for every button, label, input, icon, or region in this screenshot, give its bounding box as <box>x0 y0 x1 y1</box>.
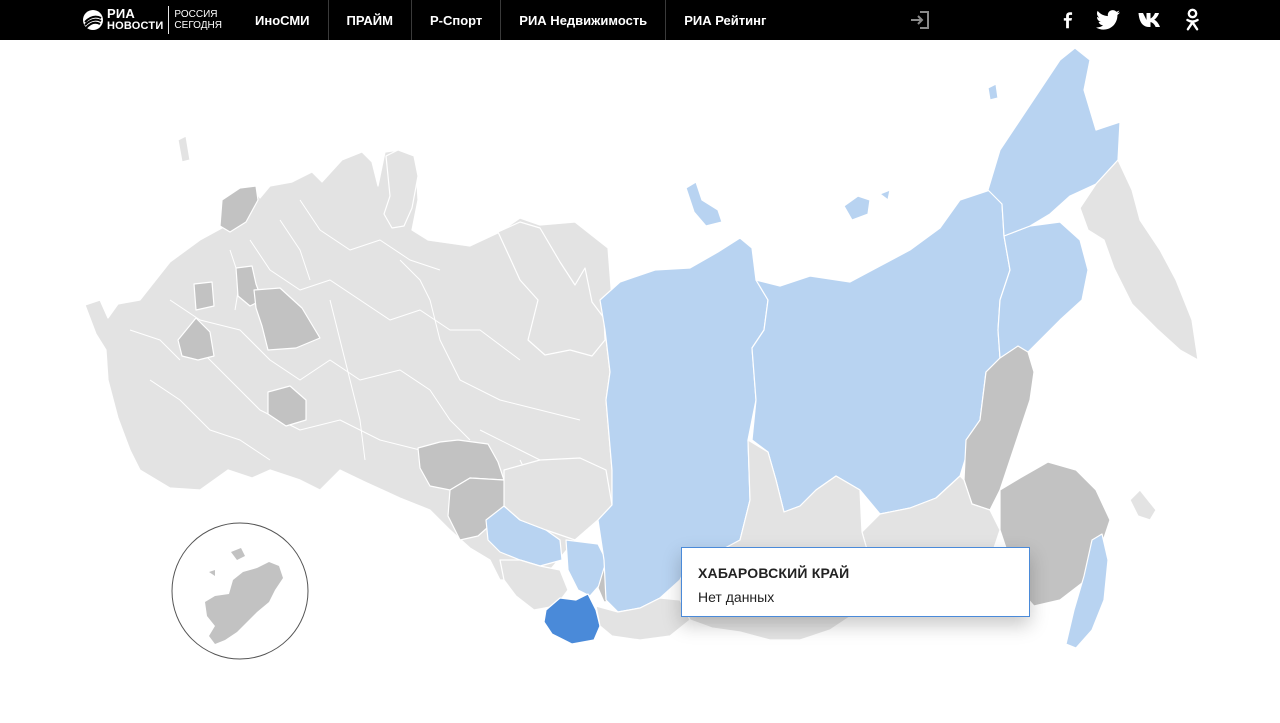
vk-icon[interactable] <box>1138 6 1164 34</box>
login-icon[interactable] <box>908 8 932 32</box>
partner-nav: ИноСМИ ПРАЙМ Р-Спорт РИА Недвижимость РИ… <box>237 0 784 40</box>
logo-divider <box>168 6 170 34</box>
region-kamchatka[interactable] <box>1079 159 1199 361</box>
nav-item-ria-realty[interactable]: РИА Недвижимость <box>501 0 667 40</box>
nav-item-rsport[interactable]: Р-Спорт <box>412 0 502 40</box>
logo-text-ria: РИА <box>107 6 136 21</box>
region-islands-small[interactable] <box>879 189 891 201</box>
region-wrangel[interactable] <box>987 83 999 101</box>
logo-text-segodnya: СЕГОДНЯ <box>174 20 222 31</box>
inset-map-circle[interactable] <box>171 522 309 660</box>
logo-text-novosti: НОВОСТИ <box>107 20 164 32</box>
region-gray-west-1[interactable] <box>193 281 215 311</box>
region-new-siberian-islands[interactable] <box>843 195 871 221</box>
region-severnaya-zemlya[interactable] <box>685 181 723 227</box>
facebook-icon[interactable] <box>1056 6 1078 34</box>
ria-logo-icon <box>83 10 103 30</box>
nav-item-ria-rating[interactable]: РИА Рейтинг <box>666 0 784 40</box>
nav-item-prime[interactable]: ПРАЙМ <box>329 0 412 40</box>
region-kurils[interactable] <box>1129 489 1157 521</box>
region-tooltip: ХАБАРОВСКИЙ КРАЙ Нет данных <box>681 547 1030 617</box>
logo-text-rossiya: РОССИЯ <box>174 9 218 20</box>
twitter-icon[interactable] <box>1094 6 1122 34</box>
nav-item-inosmi[interactable]: ИноСМИ <box>237 0 329 40</box>
ria-novosti-logo[interactable]: РИА НОВОСТИ РОССИЯ СЕГОДНЯ <box>82 3 222 37</box>
region-magadan[interactable] <box>997 221 1089 359</box>
region-kolguev[interactable] <box>177 135 191 163</box>
tooltip-region-value: Нет данных <box>698 589 775 605</box>
tooltip-region-name: ХАБАРОВСКИЙ КРАЙ <box>698 565 850 581</box>
odnoklassniki-icon[interactable] <box>1180 6 1204 34</box>
top-navigation-bar: РИА НОВОСТИ РОССИЯ СЕГОДНЯ ИноСМИ ПРАЙМ … <box>0 0 1280 40</box>
